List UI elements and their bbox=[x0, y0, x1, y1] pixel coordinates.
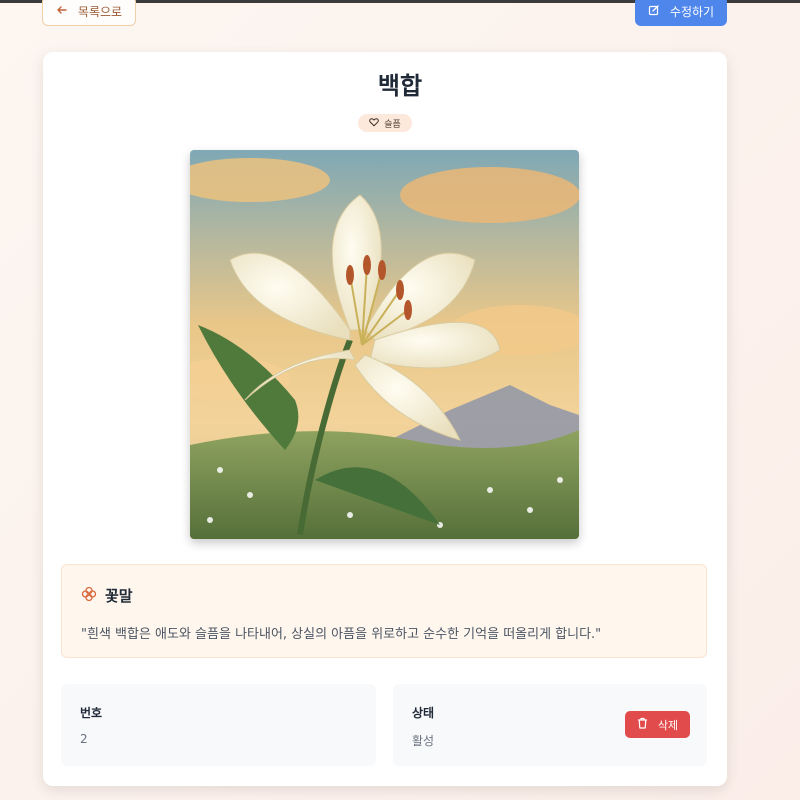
edit-button-label: 수정하기 bbox=[669, 4, 715, 19]
emotion-badge-label: 슬픔 bbox=[384, 119, 401, 130]
lily-painting-image bbox=[190, 150, 579, 539]
trash-icon bbox=[637, 717, 648, 732]
flower-meaning-box: 꽃말 "흰색 백합은 애도와 슬픔을 나타내어, 상실의 아픔을 위로하고 순수… bbox=[61, 564, 707, 658]
number-label: 번호 bbox=[80, 706, 103, 720]
meaning-text: "흰색 백합은 애도와 슬픔을 나타내어, 상실의 아픔을 위로하고 순수한 기… bbox=[81, 627, 602, 642]
back-button-label: 목록으로 bbox=[77, 4, 123, 19]
status-label: 상태 bbox=[412, 706, 435, 720]
edit-icon bbox=[648, 4, 660, 19]
meaning-title: 꽃말 bbox=[105, 587, 133, 605]
arrow-left-icon bbox=[56, 4, 68, 19]
number-info-box: 번호 2 bbox=[61, 684, 376, 766]
heart-icon bbox=[369, 117, 380, 130]
delete-button-label: 삭제 bbox=[657, 718, 679, 732]
flower-name-title: 백합 bbox=[377, 72, 423, 100]
flower-icon bbox=[81, 586, 97, 606]
emotion-badge: 슬픔 bbox=[358, 114, 412, 132]
delete-button[interactable]: 삭제 bbox=[625, 711, 690, 738]
back-to-list-button[interactable]: 목록으로 bbox=[42, 0, 136, 26]
edit-button[interactable]: 수정하기 bbox=[635, 0, 727, 26]
status-value: 활성 bbox=[412, 734, 435, 748]
number-value: 2 bbox=[80, 732, 88, 746]
